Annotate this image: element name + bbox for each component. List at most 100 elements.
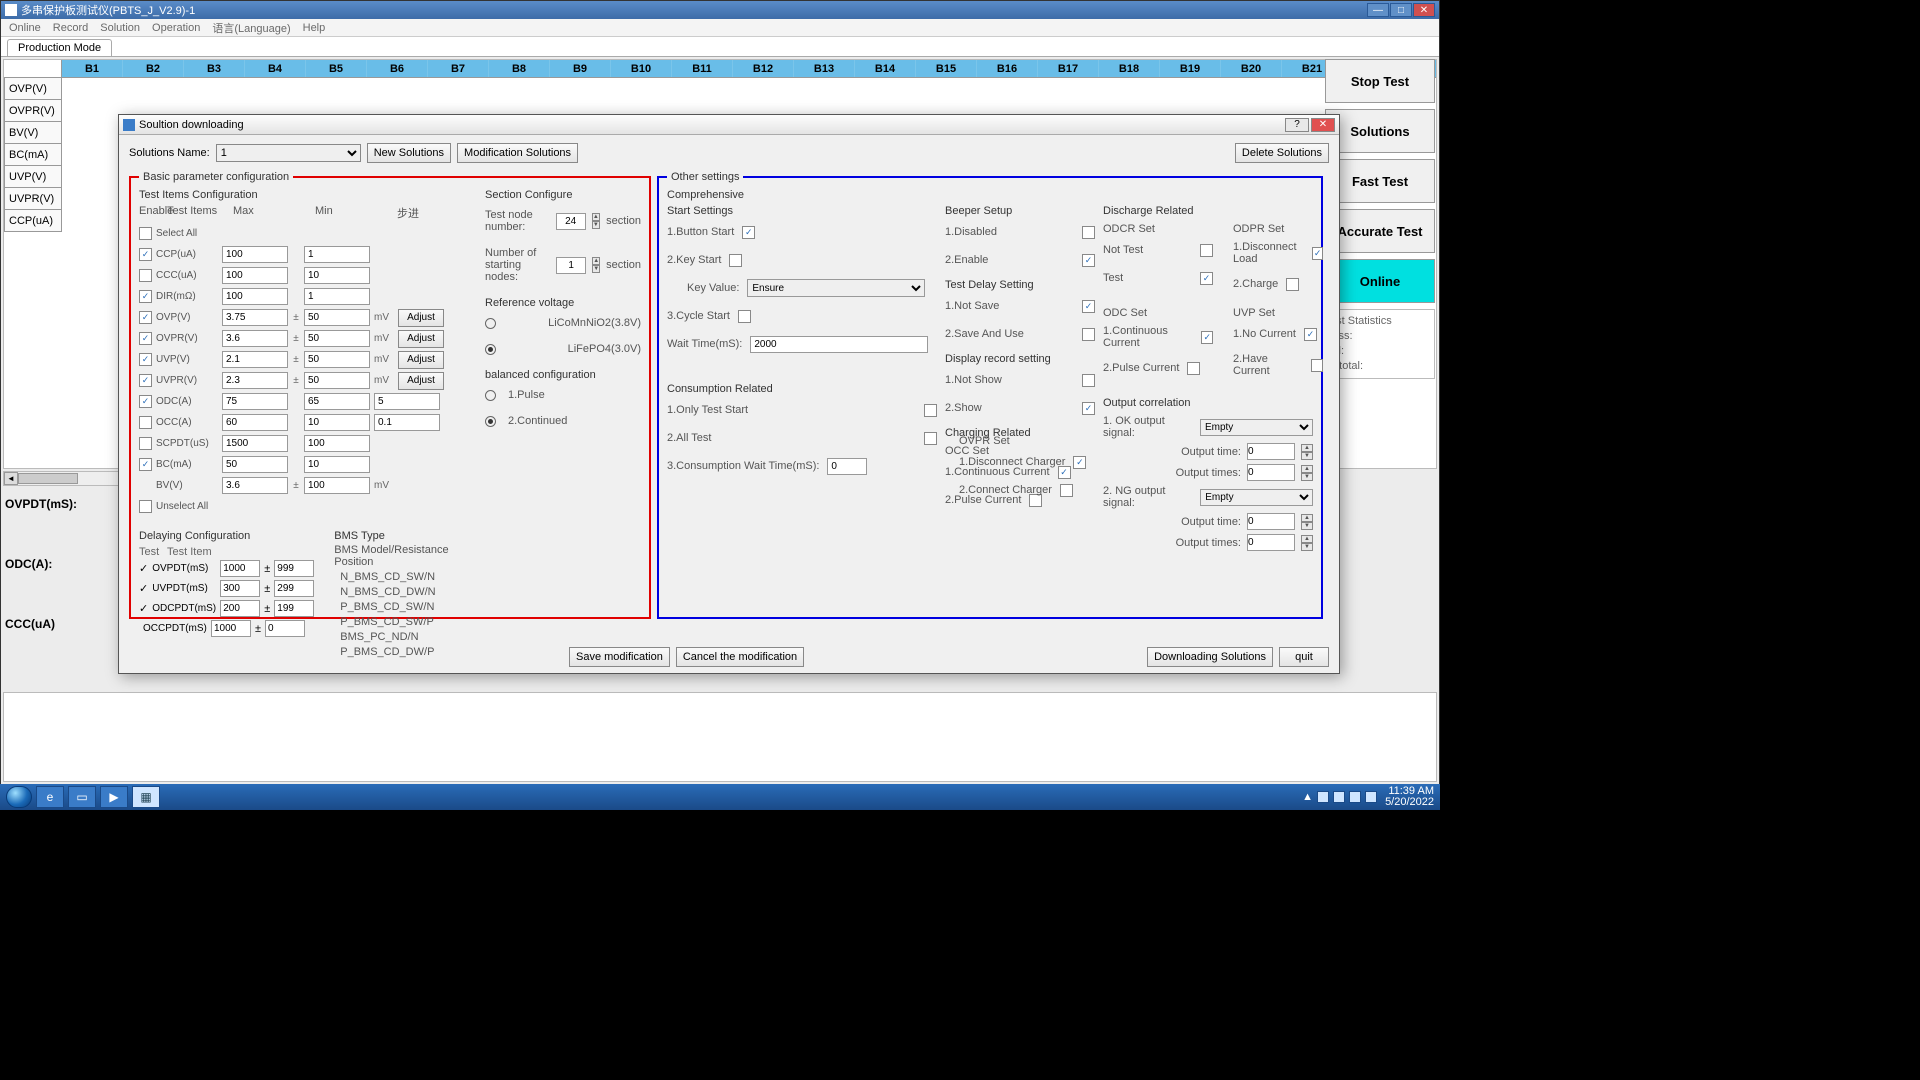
col-b19[interactable]: B19 <box>1160 60 1221 77</box>
tray-icon[interactable] <box>1349 791 1361 803</box>
item-min-input[interactable] <box>304 456 370 473</box>
solutions-button[interactable]: Solutions <box>1325 109 1435 153</box>
ovpr-connect-checkbox[interactable] <box>1060 484 1073 497</box>
item-enable-checkbox[interactable]: ✓ <box>139 353 152 366</box>
item-enable-checkbox[interactable]: ✓ <box>139 290 152 303</box>
item-min-input[interactable] <box>304 246 370 263</box>
delay-checkbox[interactable]: ✓ <box>139 562 148 575</box>
odpr-charge-checkbox[interactable] <box>1286 278 1299 291</box>
clock[interactable]: 11:39 AM 5/20/2022 <box>1385 786 1434 808</box>
col-b10[interactable]: B10 <box>611 60 672 77</box>
key-start-checkbox[interactable] <box>729 254 742 267</box>
all-test-checkbox[interactable] <box>924 432 937 445</box>
tray-icon[interactable] <box>1365 791 1377 803</box>
item-enable-checkbox[interactable] <box>139 416 152 429</box>
not-show-checkbox[interactable] <box>1082 374 1095 387</box>
odpr-disconnect-checkbox[interactable]: ✓ <box>1312 247 1323 260</box>
menu-language[interactable]: 语言(Language) <box>212 20 290 36</box>
item-enable-checkbox[interactable] <box>139 437 152 450</box>
scroll-thumb[interactable] <box>18 473 78 484</box>
item-enable-checkbox[interactable]: ✓ <box>139 458 152 471</box>
item-max-input[interactable] <box>222 288 288 305</box>
col-b14[interactable]: B14 <box>855 60 916 77</box>
dialog-help-button[interactable]: ? <box>1285 118 1309 132</box>
item-max-input[interactable] <box>222 267 288 284</box>
delay-val-b[interactable] <box>274 600 314 617</box>
bms-option[interactable]: BMS_PC_ND/N <box>334 631 467 643</box>
uvp-havecurrent-checkbox[interactable] <box>1311 359 1323 372</box>
col-b20[interactable]: B20 <box>1221 60 1282 77</box>
col-b18[interactable]: B18 <box>1099 60 1160 77</box>
bms-option[interactable]: N_BMS_CD_SW/N <box>334 571 467 583</box>
col-b11[interactable]: B11 <box>672 60 733 77</box>
close-button[interactable]: ✕ <box>1413 3 1435 17</box>
cancel-modification-button[interactable]: Cancel the modification <box>676 647 804 667</box>
taskbar-app-icon[interactable]: ▦ <box>132 786 160 808</box>
quit-button[interactable]: quit <box>1279 647 1329 667</box>
save-modification-button[interactable]: Save modification <box>569 647 670 667</box>
col-b15[interactable]: B15 <box>916 60 977 77</box>
item-enable-checkbox[interactable]: ✓ <box>139 395 152 408</box>
uvp-nocurrent-checkbox[interactable]: ✓ <box>1304 328 1317 341</box>
consumption-wait-input[interactable] <box>827 458 867 475</box>
item-step-input[interactable] <box>374 393 440 410</box>
delay-val-a[interactable] <box>211 620 251 637</box>
item-min-input[interactable] <box>304 414 370 431</box>
start-nodes-input[interactable] <box>556 257 586 274</box>
ref-lifepo-radio[interactable] <box>485 344 496 355</box>
item-min-input[interactable] <box>304 393 370 410</box>
col-b3[interactable]: B3 <box>184 60 245 77</box>
col-b8[interactable]: B8 <box>489 60 550 77</box>
item-min-input[interactable] <box>304 309 370 326</box>
col-b1[interactable]: B1 <box>62 60 123 77</box>
delay-val-b[interactable] <box>274 560 314 577</box>
row-ovp[interactable]: OVP(V) <box>4 78 62 100</box>
ok-output-times[interactable] <box>1247 464 1295 481</box>
col-b5[interactable]: B5 <box>306 60 367 77</box>
col-b4[interactable]: B4 <box>245 60 306 77</box>
ng-output-time[interactable] <box>1247 513 1295 530</box>
item-max-input[interactable] <box>222 456 288 473</box>
col-b12[interactable]: B12 <box>733 60 794 77</box>
item-enable-checkbox[interactable]: ✓ <box>139 311 152 324</box>
row-uvp[interactable]: UVP(V) <box>4 166 62 188</box>
menu-solution[interactable]: Solution <box>100 22 140 34</box>
beeper-enable-checkbox[interactable]: ✓ <box>1082 254 1095 267</box>
adjust-button[interactable]: Adjust <box>398 330 444 348</box>
item-max-input[interactable] <box>222 309 288 326</box>
minimize-button[interactable]: — <box>1367 3 1389 17</box>
row-bc[interactable]: BC(mA) <box>4 144 62 166</box>
wait-time-input[interactable] <box>750 336 928 353</box>
bms-option[interactable]: P_BMS_CD_SW/N <box>334 601 467 613</box>
start-button[interactable] <box>6 786 32 808</box>
odc-pulse-checkbox[interactable] <box>1187 362 1200 375</box>
ok-output-time[interactable] <box>1247 443 1295 460</box>
bal-pulse-radio[interactable] <box>485 390 496 401</box>
item-max-input[interactable] <box>222 246 288 263</box>
delay-val-a[interactable] <box>220 600 260 617</box>
ng-signal-select[interactable]: Empty <box>1200 489 1313 506</box>
show-checkbox[interactable]: ✓ <box>1082 402 1095 415</box>
item-min-input[interactable] <box>304 372 370 389</box>
item-enable-checkbox[interactable]: ✓ <box>139 248 152 261</box>
test-node-input[interactable] <box>556 213 586 230</box>
stop-test-button[interactable]: Stop Test <box>1325 59 1435 103</box>
ovpr-disconnect-checkbox[interactable]: ✓ <box>1073 456 1086 469</box>
ng-output-times[interactable] <box>1247 534 1295 551</box>
item-min-input[interactable] <box>304 267 370 284</box>
bal-continued-radio[interactable] <box>485 416 496 427</box>
taskbar-ie-icon[interactable]: e <box>36 786 64 808</box>
col-b17[interactable]: B17 <box>1038 60 1099 77</box>
item-max-input[interactable] <box>222 414 288 431</box>
system-tray[interactable]: ▲ <box>1302 791 1377 803</box>
col-b6[interactable]: B6 <box>367 60 428 77</box>
adjust-button[interactable]: Adjust <box>398 351 444 369</box>
item-enable-checkbox[interactable]: ✓ <box>139 332 152 345</box>
online-status[interactable]: Online <box>1325 259 1435 303</box>
item-max-input[interactable] <box>222 435 288 452</box>
save-use-checkbox[interactable] <box>1082 328 1095 341</box>
not-save-checkbox[interactable]: ✓ <box>1082 300 1095 313</box>
odcr-nottest-checkbox[interactable] <box>1200 244 1213 257</box>
item-max-input[interactable] <box>222 330 288 347</box>
scroll-left-arrow[interactable]: ◄ <box>4 472 18 485</box>
